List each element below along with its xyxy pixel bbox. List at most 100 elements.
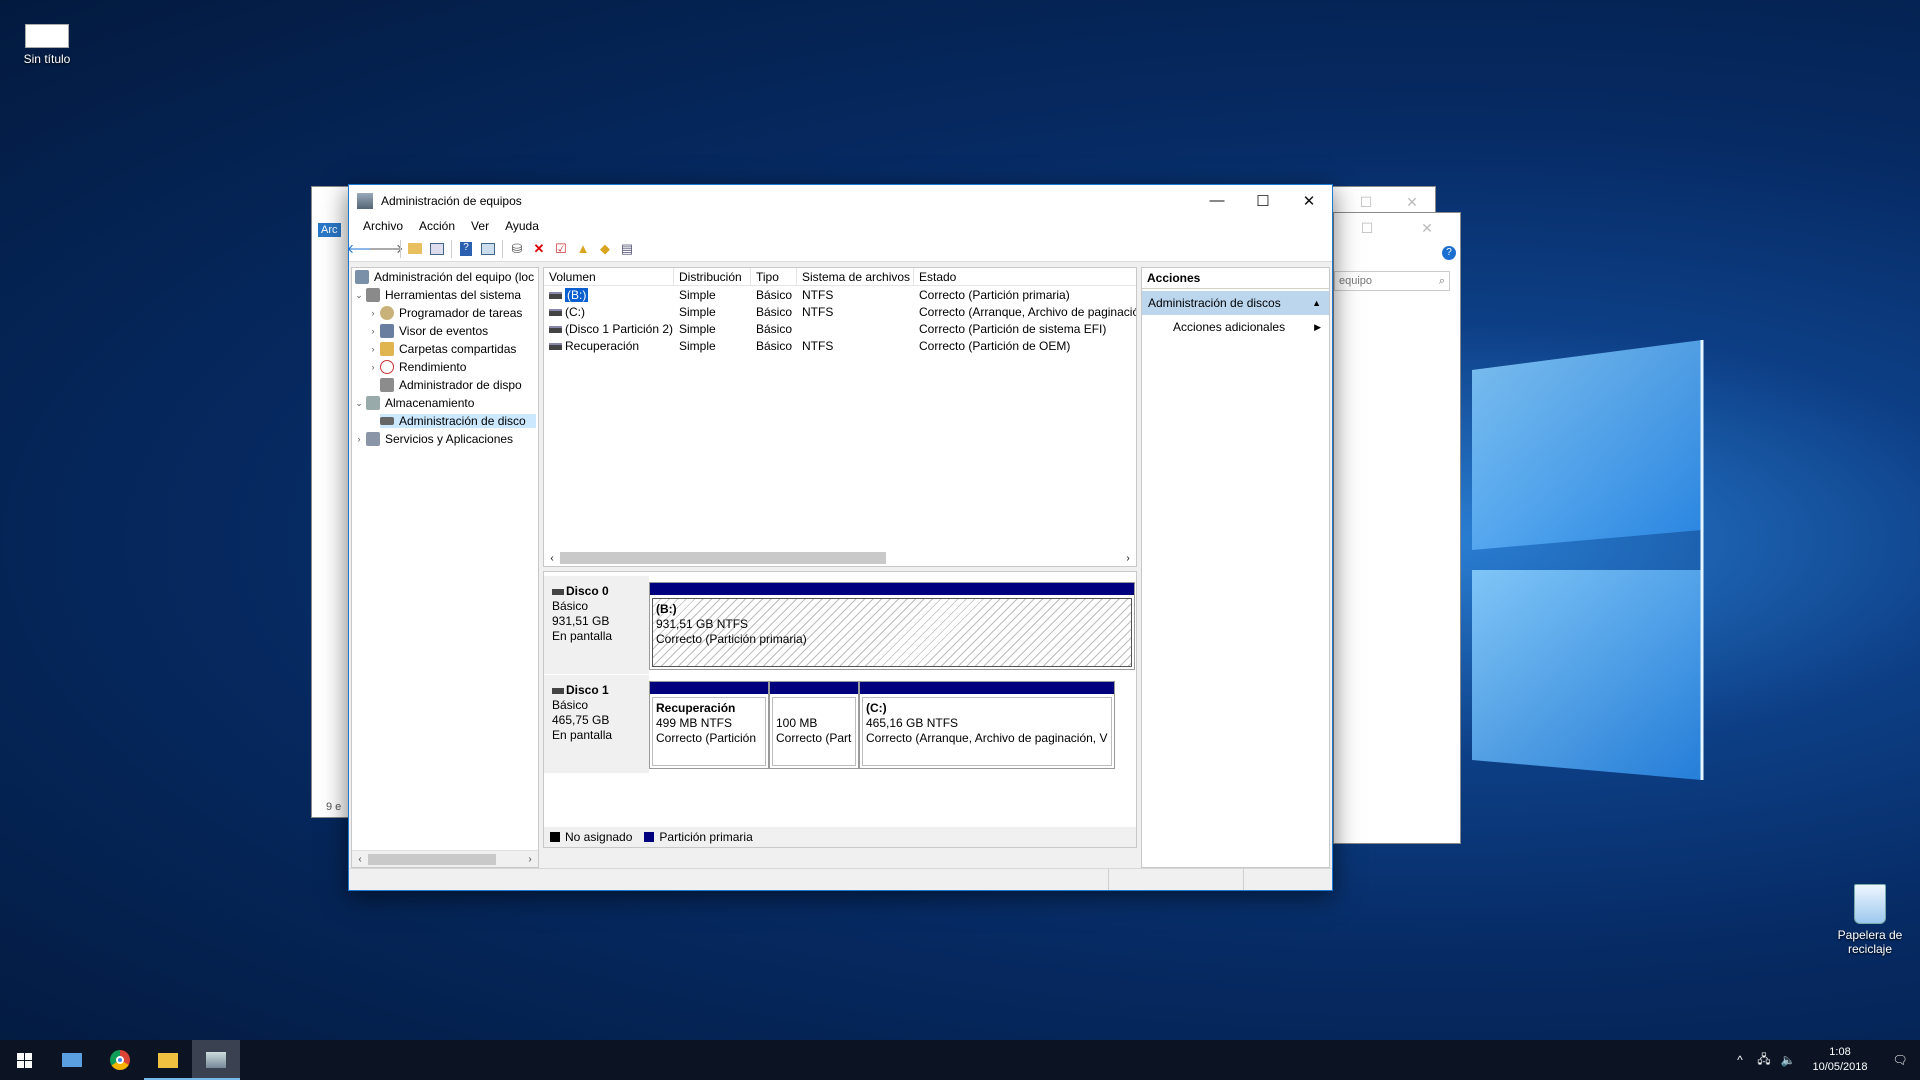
desktop-icon-label: Papelera de reciclaje [1837, 928, 1903, 956]
volume-list[interactable]: Volumen Distribución Tipo Sistema de arc… [543, 267, 1137, 567]
scroll-thumb[interactable] [560, 552, 886, 564]
tree-item-carpetas[interactable]: › Carpetas compartidas [352, 340, 538, 358]
taskbar-app-network[interactable] [48, 1040, 96, 1080]
background-window-explorer[interactable]: ☐ ✕ equipo ⌕ ? [1333, 212, 1461, 844]
close-icon[interactable]: ✕ [1389, 194, 1435, 211]
taskbar-app-computer-management[interactable] [192, 1040, 240, 1080]
scroll-left-icon[interactable]: ‹ [352, 854, 368, 865]
view-list-icon[interactable]: ▤ [616, 239, 638, 259]
disk-name: Disco 1 [566, 683, 609, 697]
document-icon [25, 24, 69, 48]
tree-item-rendimiento[interactable]: › Rendimiento [352, 358, 538, 376]
tree-item-servicios[interactable]: › Servicios y Aplicaciones [352, 430, 538, 448]
column-header-tipo[interactable]: Tipo [751, 268, 797, 285]
tree-item-admin-discos[interactable]: Administración de disco [352, 412, 538, 430]
menu-ver[interactable]: Ver [463, 219, 497, 233]
disk-icon [552, 588, 564, 595]
check-icon[interactable]: ☑ [550, 239, 572, 259]
minimize-button[interactable]: — [1194, 185, 1240, 216]
bg-search-box[interactable]: equipo ⌕ [1334, 271, 1450, 291]
chevron-right-icon[interactable]: › [366, 344, 380, 354]
column-header-volumen[interactable]: Volumen [544, 268, 674, 285]
chevron-down-icon[interactable]: ⌄ [352, 398, 366, 409]
show-hide-tree-icon[interactable] [426, 239, 448, 259]
desktop-icon-sin-titulo[interactable]: Sin título [7, 24, 87, 66]
tree-item-visor-eventos[interactable]: › Visor de eventos [352, 322, 538, 340]
help-icon[interactable]: ? [455, 239, 477, 259]
chevron-right-icon[interactable]: › [352, 434, 366, 444]
folder-up-icon[interactable]: ▲ [572, 239, 594, 259]
collapse-up-icon[interactable]: ▲ [1312, 298, 1321, 308]
partition-c[interactable]: (C:) 465,16 GB NTFS Correcto (Arranque, … [859, 681, 1115, 769]
file-explorer-icon [158, 1052, 178, 1068]
search-folder-icon[interactable]: ◆ [594, 239, 616, 259]
scroll-right-icon[interactable]: › [522, 854, 538, 865]
maximize-icon[interactable]: ☐ [1343, 194, 1389, 211]
partition-recuperacion[interactable]: Recuperación 499 MB NTFS Correcto (Parti… [649, 681, 769, 769]
menu-archivo[interactable]: Archivo [355, 219, 411, 233]
tools-icon [366, 288, 380, 302]
table-row[interactable]: (C:) Simple Básico NTFS Correcto (Arranq… [544, 303, 1136, 320]
menu-ayuda[interactable]: Ayuda [497, 219, 547, 233]
clock[interactable]: 1:08 10/05/2018 [1800, 1045, 1880, 1075]
tree-item-herramientas[interactable]: ⌄ Herramientas del sistema [352, 286, 538, 304]
action-item-acciones-adicionales[interactable]: Acciones adicionales ▶ [1142, 315, 1329, 339]
tree-root[interactable]: Administración del equipo (loc [352, 268, 538, 286]
disk-icon [552, 687, 564, 694]
title-bar[interactable]: Administración de equipos — ☐ ✕ [349, 185, 1332, 216]
table-row[interactable]: (Disco 1 Partición 2) Simple Básico Corr… [544, 320, 1136, 337]
table-row[interactable]: Recuperación Simple Básico NTFS Correcto… [544, 337, 1136, 354]
menu-accion[interactable]: Acción [411, 219, 463, 233]
delete-icon[interactable]: ✕ [528, 239, 550, 259]
tree-item-programador[interactable]: › Programador de tareas [352, 304, 538, 322]
desktop-icon-recycle-bin[interactable]: Papelera de reciclaje [1830, 884, 1910, 956]
column-header-estado[interactable]: Estado [914, 268, 1136, 285]
partition-status: Correcto (Partición [656, 731, 757, 745]
tree-item-label: Visor de eventos [399, 324, 489, 338]
scroll-thumb[interactable] [368, 853, 496, 865]
disk-row: Disco 1 Básico 465,75 GB En pantalla Rec… [544, 675, 1136, 773]
tree-item-admin-dispositivos[interactable]: Administrador de dispo [352, 376, 538, 394]
volume-list-scrollbar[interactable]: ‹ › [544, 550, 1136, 566]
column-header-sistema-archivos[interactable]: Sistema de archivos [797, 268, 914, 285]
taskbar-app-chrome[interactable] [96, 1040, 144, 1080]
taskbar-app-explorer[interactable] [144, 1040, 192, 1080]
properties-icon[interactable] [477, 239, 499, 259]
close-icon[interactable]: ✕ [1404, 220, 1450, 237]
volume-icon[interactable]: 🔈 [1776, 1053, 1800, 1067]
column-header-distribucion[interactable]: Distribución [674, 268, 751, 285]
actions-section-disk-management[interactable]: Administración de discos ▲ [1142, 291, 1329, 315]
chevron-up-icon[interactable]: ^ [1728, 1053, 1752, 1067]
start-button[interactable] [0, 1040, 48, 1080]
partition-b[interactable]: (B:) 931,51 GB NTFS Correcto (Partición … [649, 582, 1135, 670]
volume-name: (C:) [565, 304, 585, 319]
navigation-tree[interactable]: Administración del equipo (loc ⌄ Herrami… [351, 267, 539, 868]
scroll-right-icon[interactable]: › [1120, 553, 1136, 564]
maximize-button[interactable]: ☐ [1240, 185, 1286, 216]
volume-type: Básico [756, 304, 793, 319]
network-icon[interactable]: 🖧 [1752, 1050, 1776, 1071]
disk-graphical-view[interactable]: Disco 0 Básico 931,51 GB En pantalla (B:… [543, 571, 1137, 848]
table-row[interactable]: (B:) Simple Básico NTFS Correcto (Partic… [544, 286, 1136, 303]
tree-item-almacenamiento[interactable]: ⌄ Almacenamiento [352, 394, 538, 412]
maximize-icon[interactable]: ☐ [1344, 220, 1390, 237]
storage-icon [366, 396, 380, 410]
partition-body: (C:) 465,16 GB NTFS Correcto (Arranque, … [862, 697, 1112, 766]
close-button[interactable]: ✕ [1286, 185, 1332, 216]
forward-icon[interactable]: 🡒 [369, 239, 404, 259]
chevron-right-icon[interactable]: › [366, 326, 380, 336]
chevron-right-icon[interactable]: › [366, 308, 380, 318]
up-folder-icon[interactable] [404, 239, 426, 259]
volume-fs: NTFS [802, 287, 834, 302]
disk-label[interactable]: Disco 1 Básico 465,75 GB En pantalla [544, 675, 649, 773]
connect-drive-icon[interactable]: ⛁ [506, 239, 528, 259]
notification-icon[interactable]: 🗨 [1880, 1053, 1920, 1067]
chevron-right-icon[interactable]: › [366, 362, 380, 372]
help-icon[interactable]: ? [1442, 246, 1456, 260]
tree-horizontal-scrollbar[interactable]: ‹ › [352, 850, 538, 867]
disk-label[interactable]: Disco 0 Básico 931,51 GB En pantalla [544, 576, 649, 674]
chevron-down-icon[interactable]: ⌄ [352, 290, 366, 301]
computer-management-window[interactable]: Administración de equipos — ☐ ✕ Archivo … [347, 184, 1333, 891]
scroll-left-icon[interactable]: ‹ [544, 553, 560, 564]
partition-efi[interactable]: 100 MB Correcto (Part [769, 681, 859, 769]
